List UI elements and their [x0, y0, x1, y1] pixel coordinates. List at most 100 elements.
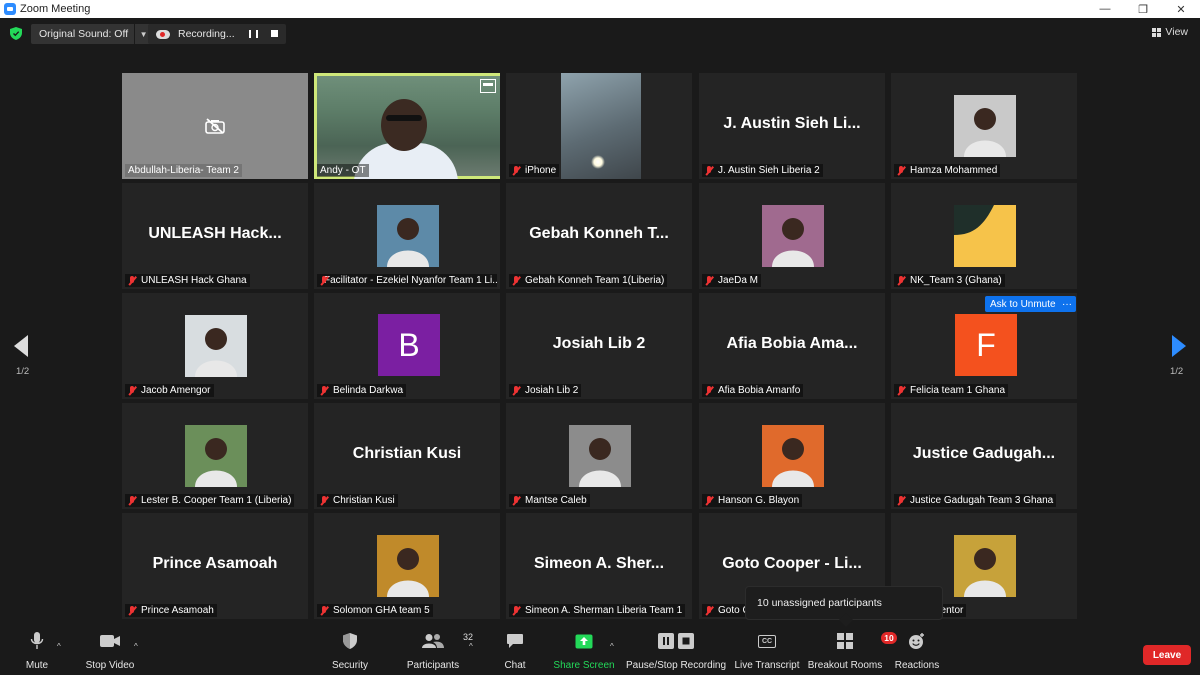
participant-name-label: Afia Bobia Amanfo: [702, 384, 804, 397]
participant-name: Lester B. Cooper Team 1 (Liberia): [141, 495, 292, 506]
participant-tile[interactable]: Simeon A. Sher... Simeon A. Sherman Liber…: [506, 513, 692, 619]
meeting-toolbar: Mute ^ Stop Video ^ Security 32 Particip…: [0, 628, 1200, 675]
participant-name-label: Andy - OT: [317, 164, 369, 177]
breakout-rooms-label: Breakout Rooms: [807, 660, 883, 671]
title-bar: Zoom Meeting — ❐ ✕: [0, 0, 1200, 18]
encryption-shield-icon[interactable]: [10, 27, 22, 40]
ask-to-unmute-button[interactable]: Ask to Unmute: [985, 296, 1061, 312]
muted-microphone-icon: [128, 385, 137, 396]
participant-name-label: Josiah Lib 2: [509, 384, 582, 397]
breakout-tooltip: 10 unassigned participants: [745, 586, 943, 620]
security-button[interactable]: Security: [330, 628, 370, 675]
chat-button[interactable]: Chat: [503, 628, 527, 675]
participant-name: Solomon GHA team 5: [333, 605, 430, 616]
participant-tile[interactable]: Christian Kusi Christian Kusi: [314, 403, 500, 509]
leave-button[interactable]: Leave: [1143, 645, 1191, 665]
initial-avatar: F: [955, 314, 1017, 376]
next-page-arrow-icon[interactable]: [1172, 335, 1186, 357]
participant-tile[interactable]: UNLEASH Hack... UNLEASH Hack Ghana: [122, 183, 308, 289]
participant-tile[interactable]: Gebah Konneh T... Gebah Konneh Team 1(Lib…: [506, 183, 692, 289]
muted-microphone-icon: [512, 605, 521, 616]
participant-tile[interactable]: JaeDa M: [699, 183, 885, 289]
share-screen-button[interactable]: Share Screen: [553, 628, 615, 675]
participant-tile[interactable]: Abdullah-Liberia- Team 2: [122, 73, 308, 179]
participants-button[interactable]: 32 Participants: [405, 628, 473, 675]
window-controls: — ❐ ✕: [1086, 0, 1200, 18]
view-button[interactable]: View: [1152, 26, 1188, 38]
video-options-icon[interactable]: [480, 79, 496, 93]
muted-microphone-icon: [705, 165, 714, 176]
recording-indicator: Recording...: [148, 24, 286, 44]
participant-name: JaeDa M: [718, 275, 759, 286]
muted-microphone-icon: [705, 385, 714, 396]
participant-name-label: Felicia team 1 Ghana: [894, 384, 1009, 397]
participant-tile[interactable]: B Belinda Darkwa: [314, 293, 500, 399]
participant-tile[interactable]: Hanson G. Blayon: [699, 403, 885, 509]
maximize-button[interactable]: ❐: [1124, 0, 1162, 18]
participant-name: Josiah Lib 2: [525, 385, 579, 396]
audio-options-chevron-icon[interactable]: ^: [57, 642, 61, 651]
participant-tile[interactable]: Mantse Caleb: [506, 403, 692, 509]
participant-tile[interactable]: Prince Asamoah Prince Asamoah: [122, 513, 308, 619]
participant-name-label: Simeon A. Sherman Liberia Team 1: [509, 604, 686, 617]
muted-microphone-icon: [512, 165, 521, 176]
breakout-rooms-icon: [837, 633, 853, 649]
participant-tile[interactable]: Facilitator - Ezekiel Nyanfor Team 1 Li.…: [314, 183, 500, 289]
participant-tile[interactable]: Lester B. Cooper Team 1 (Liberia): [122, 403, 308, 509]
breakout-rooms-button[interactable]: 10 Breakout Rooms: [807, 628, 897, 675]
share-screen-icon: [575, 634, 593, 648]
minimize-button[interactable]: —: [1086, 0, 1124, 18]
video-camera-icon: [100, 635, 120, 647]
muted-microphone-icon: [128, 495, 137, 506]
pause-recording-icon[interactable]: [249, 30, 258, 38]
pause-stop-recording-button[interactable]: Pause/Stop Recording: [625, 628, 727, 675]
participant-tile[interactable]: J. Austin Sieh Li... J. Austin Sieh Liber…: [699, 73, 885, 179]
participant-tile[interactable]: Solomon GHA team 5: [314, 513, 500, 619]
participant-tile[interactable]: Jacob Amengor: [122, 293, 308, 399]
muted-microphone-icon: [128, 605, 137, 616]
participant-display-name: Prince Asamoah: [152, 555, 278, 572]
participant-display-name: Simeon A. Sher...: [533, 555, 665, 572]
pause-stop-recording-label: Pause/Stop Recording: [625, 660, 727, 671]
participant-name-label: Lester B. Cooper Team 1 (Liberia): [125, 494, 295, 507]
participant-name-label: Justice Gadugah Team 3 Ghana: [894, 494, 1057, 507]
stop-video-button[interactable]: Stop Video: [84, 628, 136, 675]
profile-picture: [954, 205, 1016, 267]
participant-tile[interactable]: Andy - OT: [314, 73, 500, 179]
participant-display-name: Justice Gadugah...: [912, 445, 1056, 462]
participant-name: Prince Asamoah: [141, 605, 214, 616]
original-sound-toggle[interactable]: Original Sound: Off ▼: [31, 24, 153, 44]
participant-display-name: Goto Cooper - Li...: [722, 555, 862, 572]
muted-microphone-icon: [705, 495, 714, 506]
muted-microphone-icon: [320, 605, 329, 616]
cloud-recording-icon: [156, 29, 170, 39]
participant-display-name: Christian Kusi: [352, 445, 462, 462]
participant-tile[interactable]: Hamza Mohammed: [891, 73, 1077, 179]
video-options-chevron-icon[interactable]: ^: [134, 642, 138, 651]
chat-label: Chat: [504, 660, 526, 671]
live-transcript-button[interactable]: CC Live Transcript: [734, 628, 800, 675]
participant-name-label: JaeDa M: [702, 274, 762, 287]
mute-label: Mute: [25, 660, 49, 671]
participant-display-name: J. Austin Sieh Li...: [723, 115, 861, 132]
participant-name: Afia Bobia Amanfo: [718, 385, 801, 396]
stop-recording-icon[interactable]: [271, 30, 278, 37]
mute-button[interactable]: Mute: [22, 628, 52, 675]
participants-options-chevron-icon[interactable]: ^: [469, 642, 473, 651]
muted-microphone-icon: [705, 275, 714, 286]
page-indicator-right: 1/2: [1170, 366, 1184, 377]
participant-tile[interactable]: iPhone: [506, 73, 692, 179]
previous-page-arrow-icon[interactable]: [14, 335, 28, 357]
share-options-chevron-icon[interactable]: ^: [610, 642, 614, 651]
participant-tile[interactable]: Afia Bobia Ama... Afia Bobia Amanfo: [699, 293, 885, 399]
muted-microphone-icon: [897, 165, 906, 176]
reactions-button[interactable]: Reactions: [895, 628, 939, 675]
participant-tile[interactable]: Josiah Lib 2 Josiah Lib 2: [506, 293, 692, 399]
participant-name: Andy - OT: [320, 165, 366, 176]
close-button[interactable]: ✕: [1162, 0, 1200, 18]
participant-tile[interactable]: Justice Gadugah... Justice Gadugah Team 3…: [891, 403, 1077, 509]
participant-tile[interactable]: NK_Team 3 (Ghana): [891, 183, 1077, 289]
more-options-button[interactable]: ···: [1058, 296, 1076, 312]
participant-name-label: Mantse Caleb: [509, 494, 590, 507]
participant-name: Hamza Mohammed: [910, 165, 998, 176]
